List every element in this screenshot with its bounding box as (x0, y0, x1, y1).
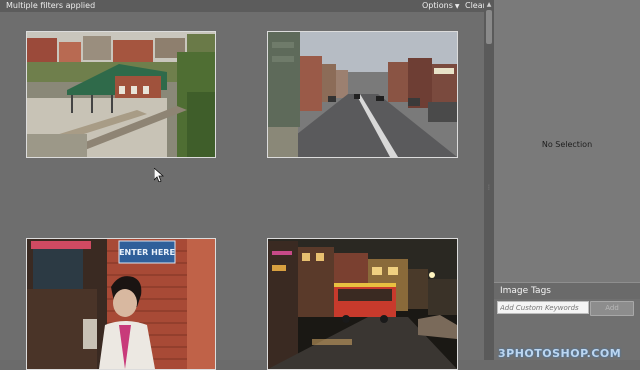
image-tags-header[interactable]: Image Tags (494, 282, 640, 299)
mouse-cursor-icon (154, 168, 164, 182)
scroll-thumb[interactable] (486, 10, 492, 44)
filter-status-text: Multiple filters applied (6, 1, 96, 10)
thumbnail-elvis-statue[interactable]: ENTER HERE (26, 238, 216, 370)
no-selection-text: No Selection (541, 140, 593, 149)
custom-keyword-input[interactable] (497, 301, 589, 314)
thumbnail-city-street[interactable] (267, 31, 458, 158)
options-label: Options (422, 1, 453, 10)
watermark-logo: 3PHOTOSHOP.COM (498, 347, 622, 360)
photo-city-street (268, 32, 457, 157)
thumbnail-night-trolley[interactable] (267, 238, 458, 370)
filter-bar: Multiple filters applied Options ▼ Clear (0, 0, 486, 12)
chevron-down-icon: ▼ (454, 3, 460, 10)
properties-panel: No Selection Image Tags Add (494, 0, 640, 360)
photo-night-trolley (268, 239, 457, 369)
photo-elvis-statue: ENTER HERE (27, 239, 215, 369)
clear-filters-link[interactable]: Clear (465, 0, 486, 12)
grip-dots-icon: ⋮ (486, 184, 492, 191)
thumbnail-train-station[interactable] (26, 31, 216, 158)
add-keyword-button[interactable]: Add (590, 301, 634, 316)
image-tags-title: Image Tags (500, 286, 551, 296)
sign-text: ENTER HERE (119, 248, 175, 257)
grid-scrollbar[interactable]: ▲ ⋮ (484, 0, 494, 360)
thumbnail-grid: ENTER HERE (0, 12, 484, 370)
scroll-up-arrow-icon[interactable]: ▲ (484, 0, 494, 10)
photo-train-station (27, 32, 215, 157)
